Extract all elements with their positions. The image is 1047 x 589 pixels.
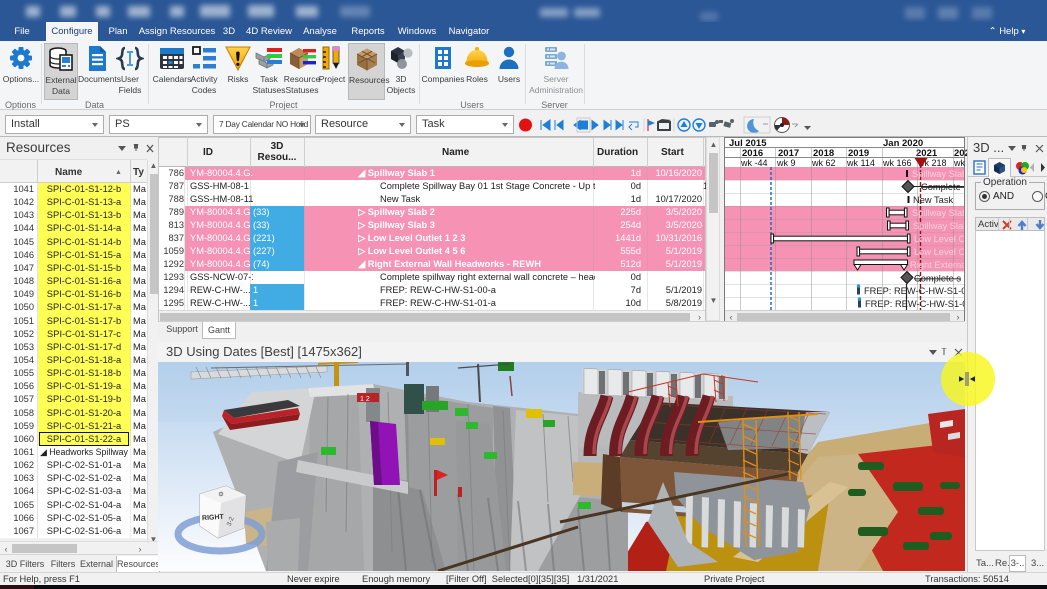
svg-text:Right Externa: Right Externa: [910, 260, 964, 270]
svg-text:Spillway Slab: Spillway Slab: [912, 169, 964, 179]
svg-text:Low Level O: Low Level O: [914, 247, 964, 257]
svg-text:Complete S: Complete S: [921, 182, 964, 192]
svg-text:New Task: New Task: [913, 195, 953, 205]
svg-text:Spillway Slab: Spillway Slab: [913, 221, 964, 231]
svg-text:FREP: REW-C-HW-S1-0: FREP: REW-C-HW-S1-0: [865, 299, 964, 309]
svg-text:Low Level O: Low Level O: [914, 234, 964, 244]
svg-text:Spillway Slab: Spillway Slab: [912, 208, 964, 218]
svg-text:1 2: 1 2: [360, 396, 370, 403]
svg-text:Complete s: Complete s: [914, 274, 961, 284]
svg-text:FREP: REW-C-HW-S1-0: FREP: REW-C-HW-S1-0: [864, 286, 964, 296]
